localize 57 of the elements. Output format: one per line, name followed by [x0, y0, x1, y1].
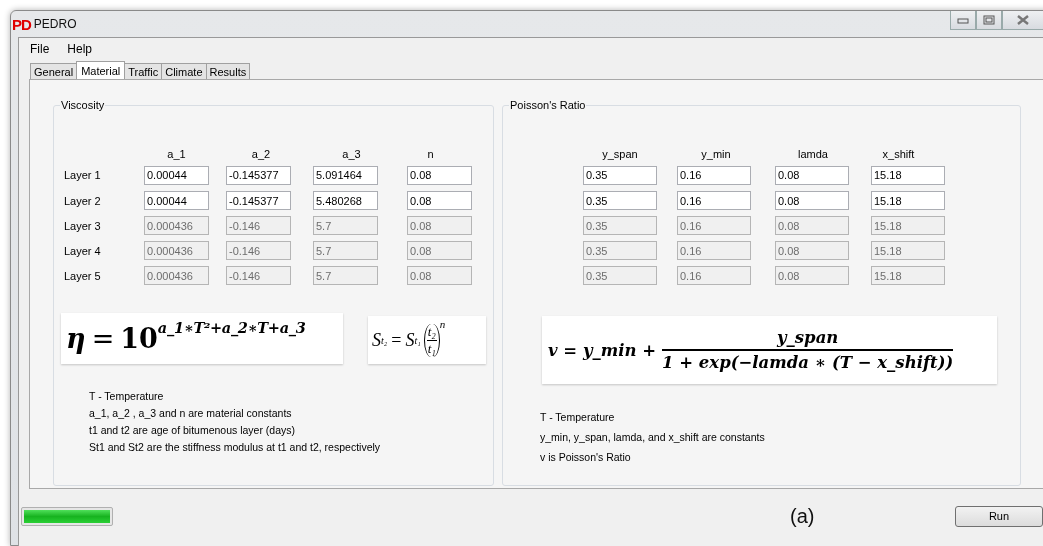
close-button[interactable]	[1002, 11, 1043, 30]
column-header: y_span	[601, 148, 639, 160]
note-text: T - Temperature	[89, 390, 165, 402]
app-logo: PD	[12, 15, 31, 33]
row-label: Layer 4	[64, 244, 102, 257]
input-field[interactable]: 0.08	[775, 165, 849, 185]
column-header: a_1	[166, 148, 187, 160]
minimize-icon	[957, 16, 969, 24]
poisson-formula: v = y_min + y_span 1 + exp(−lamda ∗ (T − x_shift))	[542, 316, 997, 384]
column-header: y_min	[700, 148, 732, 160]
tab[interactable]: Material	[76, 61, 126, 79]
maximize-icon	[983, 15, 995, 25]
input-field[interactable]: 0.08	[407, 191, 472, 210]
row-label: Layer 2	[64, 194, 102, 207]
minimize-button[interactable]	[950, 11, 976, 30]
close-icon	[1017, 15, 1029, 25]
tab[interactable]: Results	[205, 63, 251, 79]
input-field[interactable]: 0.35	[583, 165, 657, 185]
window-title: PEDRO	[33, 17, 77, 31]
tab[interactable]: Climate	[161, 63, 207, 79]
input-field[interactable]: 0.16	[677, 191, 751, 210]
maximize-button[interactable]	[976, 11, 1002, 30]
input-field[interactable]: 0.35	[583, 191, 657, 210]
column-header: lamda	[797, 148, 829, 160]
input-field[interactable]: 5.091464	[313, 165, 378, 185]
figure-caption: (a)	[790, 504, 815, 528]
menu-item[interactable]: File	[23, 40, 57, 58]
input-field[interactable]: -0.145377	[226, 191, 291, 210]
input-field[interactable]: 0.08	[775, 191, 849, 210]
menu-item[interactable]: Help	[60, 40, 100, 58]
input-field[interactable]: 15.18	[871, 165, 945, 185]
column-header: a_2	[250, 148, 272, 160]
tab[interactable]: General	[30, 63, 78, 79]
input-field[interactable]: 0.00044	[144, 191, 209, 210]
row-label: Layer 1	[64, 169, 102, 181]
run-button[interactable]: Run	[955, 505, 1043, 527]
input-field[interactable]: -0.145377	[226, 165, 291, 185]
column-header: n	[426, 148, 435, 160]
column-header: a_3	[341, 148, 362, 160]
input-field[interactable]: 15.18	[871, 191, 945, 210]
note-text: y_min, y_span, lamda, and x_shift are constants	[540, 431, 766, 443]
note-text: v is Poisson's Ratio	[540, 451, 632, 463]
note-text: T - Temperature	[540, 411, 616, 423]
row-label: Layer 5	[64, 269, 102, 282]
viscosity-formula: η = 10$^{a_1∗T²+a_2∗T+a_3}$	[61, 313, 343, 364]
row-label: Layer 3	[64, 219, 102, 232]
note-text: St1 and St2 are the stiffness modulus at t1 and t2, respectively	[89, 441, 382, 453]
input-field[interactable]: 0.00044	[144, 165, 209, 185]
tab[interactable]: Traffic	[124, 63, 163, 79]
input-field[interactable]: 0.08	[407, 165, 472, 185]
group-title: Poisson's Ratio	[509, 99, 587, 111]
group-title: Viscosity	[60, 99, 106, 111]
input-field[interactable]: 5.480268	[313, 191, 378, 210]
input-field[interactable]: 0.16	[677, 165, 751, 185]
note-text: t1 and t2 are age of bitumenous layer (days)	[89, 424, 297, 436]
note-text: a_1, a_2 , a_3 and n are material constants	[89, 407, 293, 419]
column-header: x_shift	[881, 148, 916, 160]
